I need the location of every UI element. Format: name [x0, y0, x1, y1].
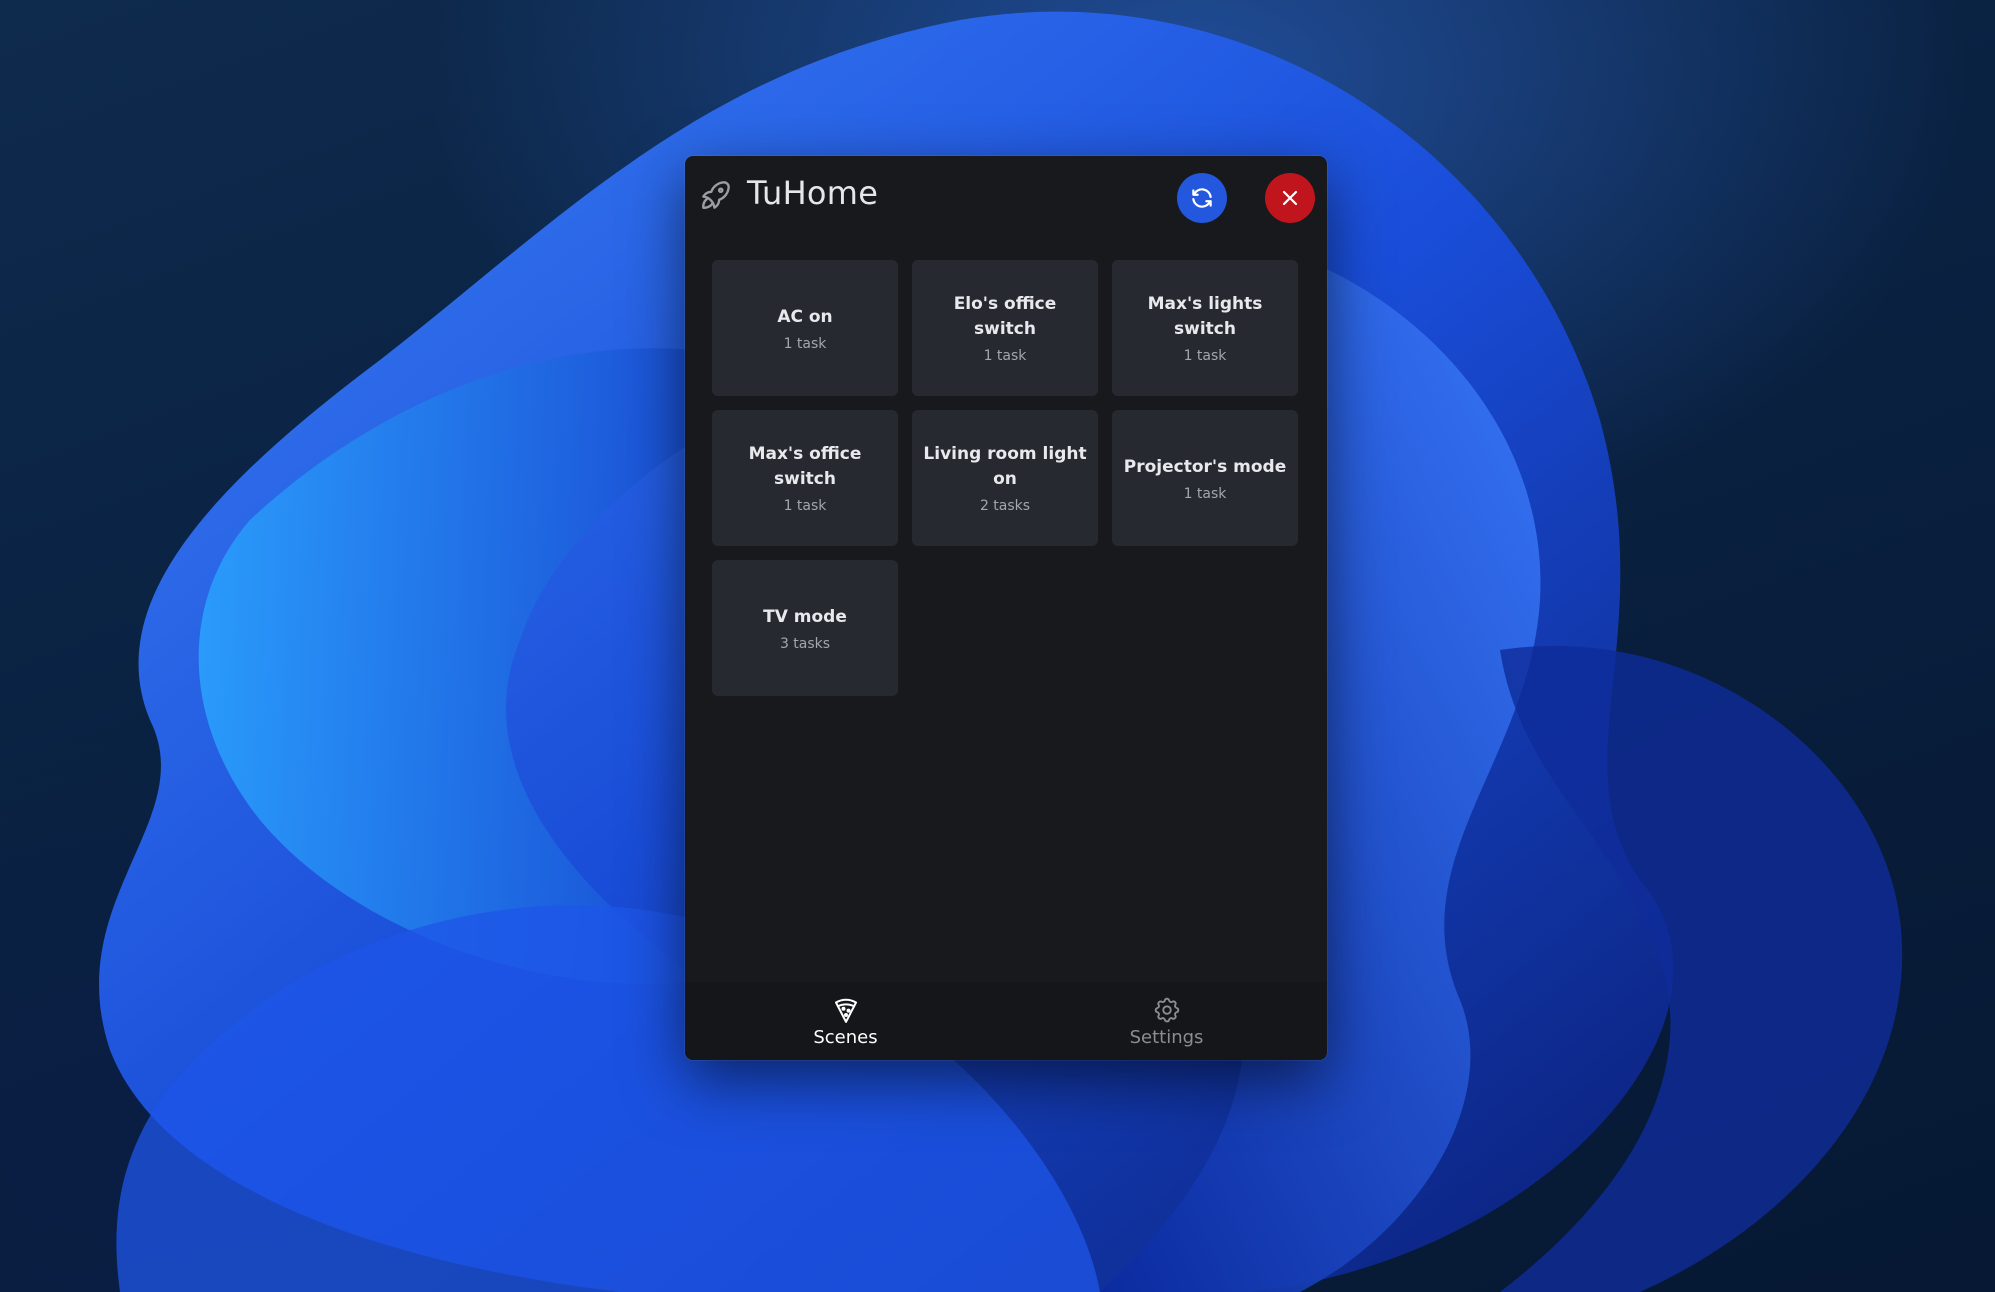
scene-task-count: 2 tasks — [979, 498, 1031, 514]
title-bar: TuHome — [685, 156, 1327, 238]
scene-name: AC on — [777, 306, 833, 327]
scene-name: TV mode — [763, 606, 847, 627]
nav-tab-settings[interactable]: Settings — [1006, 982, 1327, 1060]
scene-card[interactable]: Max's lights switch 1 task — [1112, 260, 1298, 396]
scene-card[interactable]: Max's office switch 1 task — [712, 410, 898, 546]
scene-card[interactable]: Living room light on 2 tasks — [912, 410, 1098, 546]
gear-icon — [1154, 997, 1179, 1022]
scene-name: Max's office switch — [748, 444, 862, 489]
scene-name: Max's lights switch — [1147, 294, 1263, 339]
nav-tab-scenes-label: Scenes — [813, 1026, 878, 1048]
scene-task-count: 1 task — [783, 335, 827, 352]
scene-task-count: 1 task — [1183, 485, 1227, 502]
scenes-grid: AC on 1 task Elo's office switch 1 task … — [712, 260, 1298, 696]
close-icon — [1282, 190, 1298, 206]
scene-task-count: 3 tasks — [779, 635, 831, 652]
scene-task-count: 1 task — [983, 348, 1027, 364]
scene-task-count: 1 task — [1183, 348, 1227, 364]
app-window: TuHome AC on 1 task Elo's office switch — [685, 156, 1327, 1060]
scene-name: Projector's mode — [1123, 456, 1287, 477]
pizza-icon — [834, 998, 857, 1023]
nav-tab-settings-label: Settings — [1129, 1026, 1204, 1048]
rocket-icon — [702, 181, 730, 209]
nav-tab-scenes[interactable]: Scenes — [685, 982, 1006, 1060]
scene-task-count: 1 task — [783, 498, 827, 514]
scene-name: Elo's office switch — [953, 294, 1057, 339]
refresh-button[interactable] — [1177, 173, 1227, 223]
scene-name: Living room light on — [923, 444, 1087, 489]
desktop: TuHome AC on 1 task Elo's office switch — [0, 0, 1995, 1292]
close-button[interactable] — [1265, 173, 1315, 223]
scene-card[interactable]: TV mode 3 tasks — [712, 560, 898, 696]
app-title: TuHome — [747, 174, 879, 212]
scene-card[interactable]: Projector's mode 1 task — [1112, 410, 1298, 546]
refresh-icon — [1192, 188, 1212, 208]
bottom-nav: Scenes Settings — [685, 982, 1327, 1060]
scene-card[interactable]: Elo's office switch 1 task — [912, 260, 1098, 396]
scene-card[interactable]: AC on 1 task — [712, 260, 898, 396]
